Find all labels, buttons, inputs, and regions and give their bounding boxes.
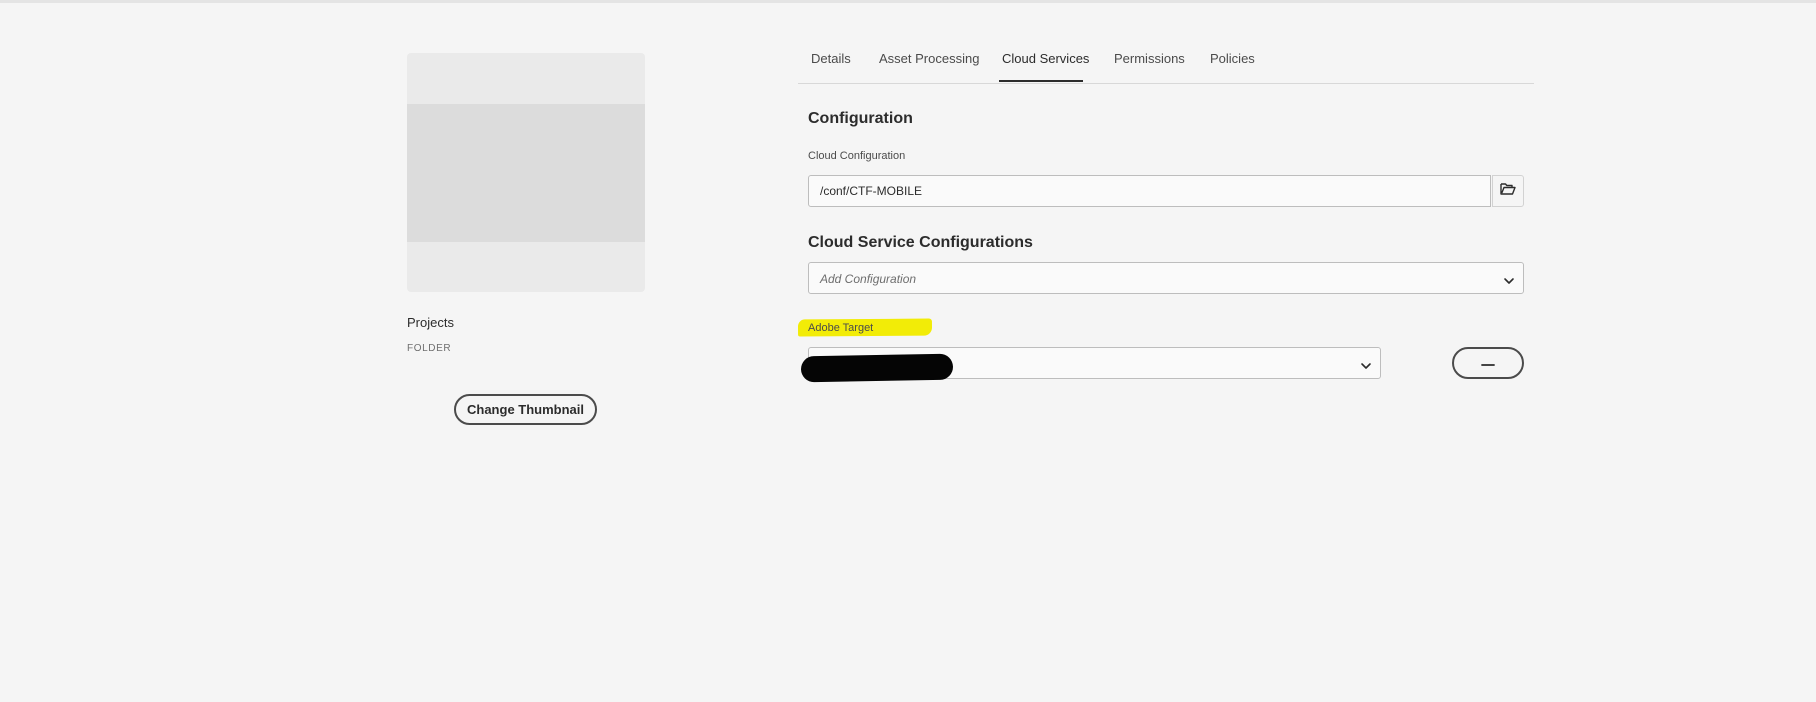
asset-type: FOLDER xyxy=(407,343,452,354)
minus-icon xyxy=(1481,354,1495,372)
properties-tabs: Details Asset Processing Cloud Services … xyxy=(798,42,1534,84)
selected-tab-indicator xyxy=(999,80,1083,82)
folder-thumbnail xyxy=(407,53,645,292)
add-configuration-placeholder: Add Configuration xyxy=(820,272,917,286)
asset-name: Projects xyxy=(407,315,454,330)
chevron-down-icon xyxy=(1503,273,1515,284)
thumbnail-image-area xyxy=(407,104,645,242)
cloud-configuration-field[interactable] xyxy=(808,175,1491,207)
add-configuration-dropdown[interactable]: Add Configuration xyxy=(808,262,1524,294)
cloud-service-configurations-heading: Cloud Service Configurations xyxy=(808,234,1033,251)
tab-permissions[interactable]: Permissions xyxy=(1114,51,1185,66)
tab-details[interactable]: Details xyxy=(811,51,851,66)
properties-page: Projects FOLDER Change Thumbnail Details… xyxy=(0,0,1816,702)
tab-policies[interactable]: Policies xyxy=(1210,51,1255,66)
browse-configuration-button[interactable] xyxy=(1492,175,1524,207)
folder-open-icon xyxy=(1500,182,1516,200)
top-divider xyxy=(0,0,1816,3)
redaction-mark xyxy=(800,353,954,383)
chevron-down-icon xyxy=(1360,358,1372,369)
tab-asset-processing[interactable]: Asset Processing xyxy=(879,51,979,66)
adobe-target-label: Adobe Target xyxy=(808,322,874,334)
tab-cloud-services[interactable]: Cloud Services xyxy=(1002,51,1089,66)
remove-configuration-button[interactable] xyxy=(1452,347,1524,379)
cloud-configuration-label: Cloud Configuration xyxy=(808,150,906,162)
configuration-heading: Configuration xyxy=(808,110,913,127)
change-thumbnail-button[interactable]: Change Thumbnail xyxy=(454,394,597,425)
